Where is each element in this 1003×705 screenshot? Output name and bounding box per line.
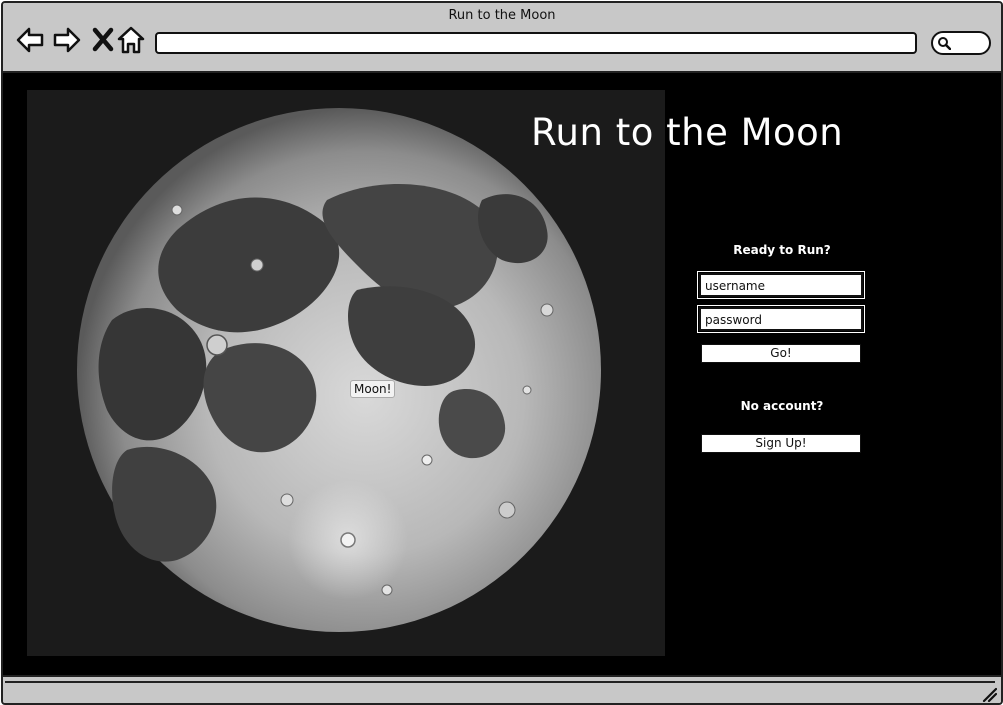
username-input[interactable] — [701, 277, 859, 295]
arrow-right-icon — [53, 27, 81, 53]
stop-button[interactable] — [89, 25, 119, 55]
login-heading: Ready to Run? — [733, 243, 831, 257]
password-field[interactable] — [697, 305, 865, 333]
moon-image: Moon! — [27, 90, 665, 656]
browser-window: Run to the Moon Moon! Run to the Moon Re… — [1, 1, 1003, 705]
close-icon — [92, 27, 114, 52]
search-icon — [938, 37, 951, 50]
page-content: Moon! Run to the Moon Ready to Run? Go! … — [3, 73, 1001, 675]
moon-image-label: Moon! — [350, 380, 396, 398]
username-field[interactable] — [697, 271, 865, 299]
status-bar-inner — [5, 681, 995, 703]
home-button[interactable] — [116, 25, 146, 55]
forward-button[interactable] — [52, 25, 82, 55]
moon-illustration — [77, 108, 601, 632]
sign-up-button[interactable]: Sign Up! — [701, 434, 861, 453]
browser-titlebar: Run to the Moon — [3, 3, 1001, 73]
back-button[interactable] — [15, 25, 45, 55]
no-account-text: No account? — [740, 399, 824, 413]
home-icon — [117, 26, 145, 54]
address-bar[interactable] — [155, 32, 917, 54]
password-input[interactable] — [701, 311, 859, 329]
window-title: Run to the Moon — [448, 8, 556, 23]
go-button[interactable]: Go! — [701, 344, 861, 363]
arrow-left-icon — [16, 27, 44, 53]
resize-grip-icon[interactable] — [981, 686, 997, 702]
browser-search-box[interactable] — [931, 31, 991, 55]
status-bar — [3, 675, 1001, 703]
page-title: Run to the Moon — [531, 111, 844, 154]
